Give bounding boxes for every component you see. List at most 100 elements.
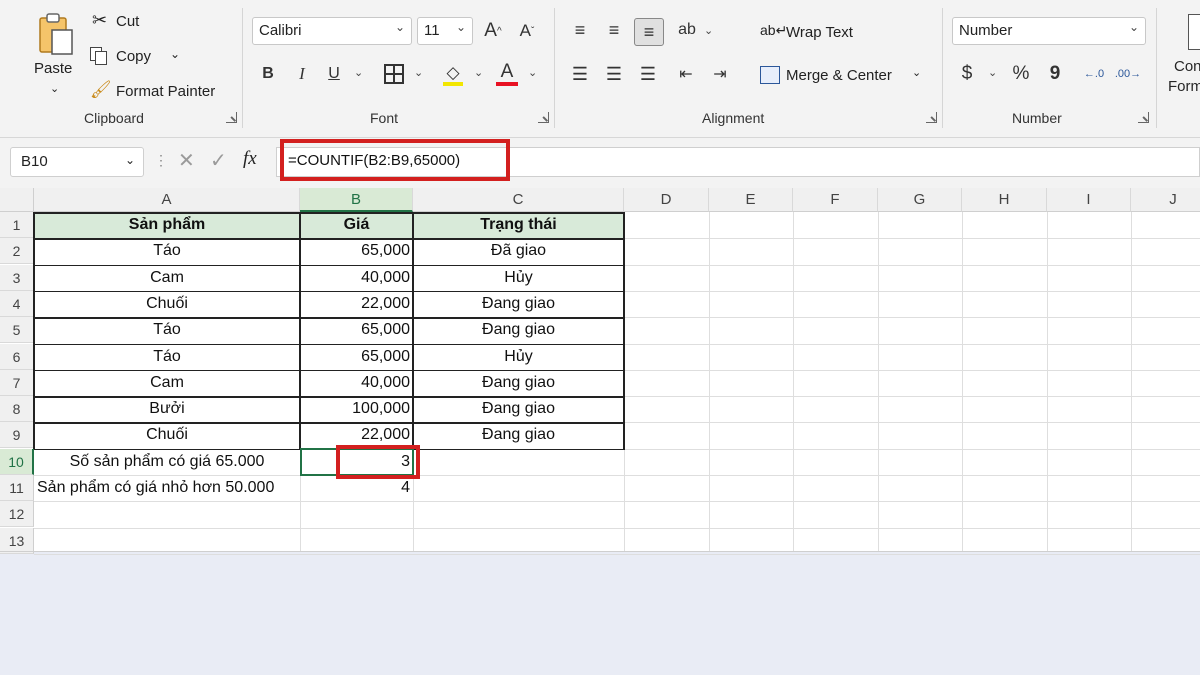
row-header-5[interactable]: 5 <box>0 317 34 344</box>
row-header-4[interactable]: 4 <box>0 290 34 317</box>
align-left-icon[interactable]: ☰ <box>568 62 592 86</box>
table-header-cell[interactable]: Sản phẩm <box>34 212 300 238</box>
align-middle-icon[interactable]: ≡ <box>602 18 626 42</box>
orientation-icon[interactable]: ab <box>676 18 698 42</box>
column-header-j[interactable]: J <box>1131 188 1200 212</box>
product-cell[interactable]: Cam <box>34 265 300 291</box>
product-cell[interactable]: Cam <box>34 370 300 396</box>
wrap-text-button[interactable]: ab↵ Wrap Text <box>760 20 880 46</box>
product-cell[interactable]: Táo <box>34 238 300 264</box>
row-header-6[interactable]: 6 <box>0 343 34 370</box>
row-header-7[interactable]: 7 <box>0 369 34 396</box>
fill-color-icon[interactable]: ◇ <box>440 60 466 86</box>
align-top-icon[interactable]: ≡ <box>568 18 592 42</box>
column-header-e[interactable]: E <box>709 188 793 212</box>
status-cell[interactable]: Đang giao <box>413 291 624 317</box>
column-header-h[interactable]: H <box>962 188 1047 212</box>
font-size-select[interactable]: 11 ⌄ <box>417 17 473 45</box>
product-cell[interactable]: Chuối <box>34 422 300 448</box>
copy-icon <box>90 47 108 65</box>
paste-button[interactable]: Paste ⌄ <box>28 10 80 102</box>
name-box[interactable]: B10 ⌄ <box>10 147 144 177</box>
row-header-3[interactable]: 3 <box>0 264 34 291</box>
bold-button[interactable]: B <box>256 62 280 86</box>
row-header-13[interactable]: 13 <box>0 527 34 554</box>
price-cell[interactable]: 65,000 <box>300 238 413 264</box>
increase-decimal-icon[interactable]: ←.0 <box>1080 62 1108 86</box>
font-group-label: Font <box>370 110 399 126</box>
decrease-indent-icon[interactable]: ⇤ <box>674 62 698 86</box>
price-cell[interactable]: 65,000 <box>300 344 413 370</box>
increase-font-size-icon[interactable]: A ^ <box>480 18 506 44</box>
summary-label-cell[interactable]: Sản phẩm có giá nhỏ hơn 50.000 <box>34 475 300 501</box>
product-cell[interactable]: Bưởi <box>34 396 300 422</box>
align-right-icon[interactable]: ☰ <box>636 62 660 86</box>
grid-bottom-edge <box>0 551 1200 552</box>
column-header-d[interactable]: D <box>624 188 709 212</box>
column-header-g[interactable]: G <box>878 188 962 212</box>
number-launcher-icon[interactable] <box>1138 112 1149 123</box>
conditional-formatting-label-1[interactable]: Con <box>1174 58 1200 75</box>
increase-indent-icon[interactable]: ⇥ <box>708 62 732 86</box>
price-cell[interactable]: 40,000 <box>300 370 413 396</box>
summary-label-cell[interactable]: Số sản phẩm có giá 65.000 <box>34 449 300 475</box>
borders-icon[interactable] <box>384 64 404 84</box>
column-header-b[interactable]: B <box>300 188 413 212</box>
table-border-vertical <box>623 212 625 449</box>
cancel-icon[interactable]: ✕ <box>178 148 195 173</box>
ribbon: Paste ⌄ ✂ Cut Copy ⌄ 🖌 Format Painter Cl… <box>0 0 1200 138</box>
more-options-icon[interactable]: ⋮ <box>154 152 168 169</box>
status-cell[interactable]: Đang giao <box>413 370 624 396</box>
align-bottom-icon[interactable]: ≡ <box>634 18 664 46</box>
italic-button[interactable]: I <box>290 62 314 86</box>
product-cell[interactable]: Táo <box>34 317 300 343</box>
clipboard-launcher-icon[interactable] <box>226 112 237 123</box>
font-name-select[interactable]: Calibri ⌄ <box>252 17 412 45</box>
decrease-font-size-icon[interactable]: Aˇ <box>514 18 540 44</box>
price-cell[interactable]: 40,000 <box>300 265 413 291</box>
font-launcher-icon[interactable] <box>538 112 549 123</box>
column-header-i[interactable]: I <box>1047 188 1131 212</box>
underline-button[interactable]: U <box>322 62 346 86</box>
product-cell[interactable]: Chuối <box>34 291 300 317</box>
decrease-decimal-icon[interactable]: .00→ <box>1114 62 1142 86</box>
status-cell[interactable]: Đang giao <box>413 422 624 448</box>
price-cell[interactable]: 22,000 <box>300 291 413 317</box>
enter-icon[interactable]: ✓ <box>210 148 227 173</box>
font-color-icon[interactable]: A <box>494 58 520 86</box>
conditional-formatting-icon[interactable] <box>1188 14 1200 50</box>
row-header-1[interactable]: 1 <box>0 212 34 238</box>
copy-button[interactable]: Copy ⌄ <box>90 45 190 69</box>
price-cell[interactable]: 65,000 <box>300 317 413 343</box>
column-header-f[interactable]: F <box>793 188 878 212</box>
cut-button[interactable]: ✂ Cut <box>90 10 160 34</box>
format-painter-button[interactable]: 🖌 Format Painter <box>90 80 230 104</box>
number-format-select[interactable]: Number ⌄ <box>952 17 1146 45</box>
status-cell[interactable]: Hủy <box>413 344 624 370</box>
conditional-formatting-label-2[interactable]: Form <box>1168 78 1200 95</box>
status-cell[interactable]: Đã giao <box>413 238 624 264</box>
product-cell[interactable]: Táo <box>34 344 300 370</box>
insert-function-icon[interactable]: fx <box>243 148 257 170</box>
status-cell[interactable]: Đang giao <box>413 396 624 422</box>
table-header-cell[interactable]: Giá <box>300 212 413 238</box>
price-cell[interactable]: 100,000 <box>300 396 413 422</box>
select-all-corner[interactable] <box>0 188 34 212</box>
column-header-a[interactable]: A <box>34 188 300 212</box>
comma-style-button[interactable]: 9 <box>1044 62 1066 86</box>
status-cell[interactable]: Hủy <box>413 265 624 291</box>
merge-center-button[interactable]: Merge & Center ⌄ <box>760 62 930 88</box>
row-header-2[interactable]: 2 <box>0 238 34 265</box>
row-header-9[interactable]: 9 <box>0 422 34 449</box>
row-header-10[interactable]: 10 <box>0 448 34 475</box>
currency-button[interactable]: $ <box>956 62 978 86</box>
column-header-c[interactable]: C <box>413 188 624 212</box>
row-header-8[interactable]: 8 <box>0 396 34 423</box>
table-header-cell[interactable]: Trạng thái <box>413 212 624 238</box>
status-cell[interactable]: Đang giao <box>413 317 624 343</box>
alignment-launcher-icon[interactable] <box>926 112 937 123</box>
row-header-12[interactable]: 12 <box>0 501 34 528</box>
row-header-11[interactable]: 11 <box>0 475 34 501</box>
align-center-icon[interactable]: ☰ <box>602 62 626 86</box>
percent-button[interactable]: % <box>1008 62 1034 86</box>
